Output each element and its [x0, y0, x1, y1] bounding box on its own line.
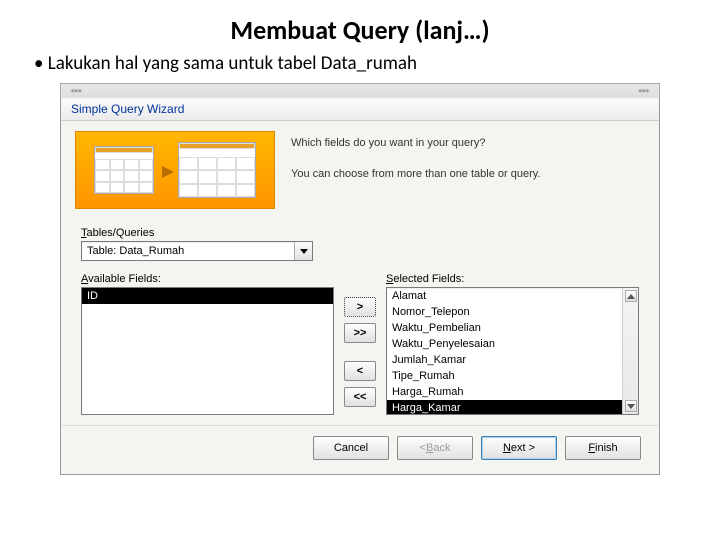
back-button[interactable]: < Back [397, 436, 473, 460]
dialog-body: Which fields do you want in your query? … [61, 121, 659, 474]
wizard-button-bar: Cancel < Back Next > Finish [61, 425, 659, 474]
selected-fields-listbox[interactable]: Alamat Nomor_Telepon Waktu_Pembelian Wak… [386, 287, 639, 415]
screenshot-container: ▪▪▪▪▪▪ Simple Query Wizard Which fields … [60, 83, 660, 475]
bg-ribbon-blur: ▪▪▪▪▪▪ [61, 84, 659, 98]
slide-title: Membuat Query (lanj…) [0, 0, 720, 52]
list-item[interactable]: Tipe_Rumah [387, 368, 638, 384]
wizard-hint: You can choose from more than one table … [291, 166, 645, 183]
selected-fields-label: Selected Fields: [386, 273, 639, 285]
slide-bullet: Lakukan hal yang sama untuk tabel Data_r… [0, 52, 720, 83]
scroll-down-icon[interactable] [625, 400, 637, 412]
wizard-question: Which fields do you want in your query? [291, 135, 645, 152]
list-item[interactable]: Harga_Kamar [387, 400, 638, 415]
list-item[interactable]: Alamat [387, 288, 638, 304]
remove-button[interactable]: < [344, 361, 376, 381]
move-buttons: > >> < << [344, 273, 376, 407]
arrow-icon [162, 166, 174, 178]
available-fields-listbox[interactable]: ID [81, 287, 334, 415]
list-item[interactable]: ID [82, 288, 333, 304]
tables-queries-label: Tables/Queries [81, 227, 639, 239]
list-item[interactable]: Nomor_Telepon [387, 304, 638, 320]
wizard-prompt: Which fields do you want in your query? … [291, 131, 645, 209]
tables-queries-combo[interactable]: Table: Data_Rumah [81, 241, 313, 261]
add-all-button[interactable]: >> [344, 323, 376, 343]
scroll-up-icon[interactable] [625, 290, 637, 302]
list-item[interactable]: Jumlah_Kamar [387, 352, 638, 368]
next-button[interactable]: Next > [481, 436, 557, 460]
scrollbar[interactable] [622, 288, 638, 414]
available-fields-label: Available Fields: [81, 273, 334, 285]
tables-queries-value: Table: Data_Rumah [82, 245, 294, 257]
finish-button[interactable]: Finish [565, 436, 641, 460]
list-item[interactable]: Harga_Rumah [387, 384, 638, 400]
add-button[interactable]: > [344, 297, 376, 317]
wizard-graphic [75, 131, 275, 209]
list-item[interactable]: Waktu_Pembelian [387, 320, 638, 336]
remove-all-button[interactable]: << [344, 387, 376, 407]
list-item[interactable]: Waktu_Penyelesaian [387, 336, 638, 352]
chevron-down-icon[interactable] [294, 242, 312, 260]
cancel-button[interactable]: Cancel [313, 436, 389, 460]
dialog-title: Simple Query Wizard [61, 98, 659, 121]
